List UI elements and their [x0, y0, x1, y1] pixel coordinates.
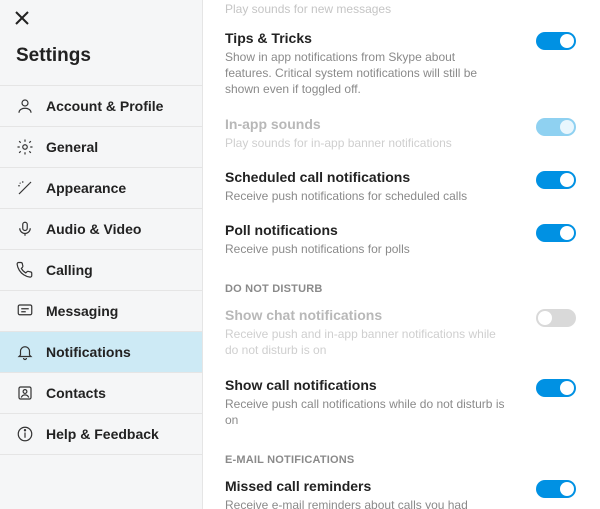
sidebar: Settings Account & Profile General Appea…: [0, 0, 203, 509]
setting-title: Missed call reminders: [225, 478, 580, 494]
cutoff-previous-setting-desc: Play sounds for new messages: [225, 0, 580, 22]
contacts-icon: [16, 384, 34, 402]
sidebar-item-messaging[interactable]: Messaging: [0, 291, 202, 332]
setting-desc: Receive push notifications for scheduled…: [225, 188, 505, 204]
sidebar-item-label: Help & Feedback: [46, 426, 159, 442]
sidebar-nav: Account & Profile General Appearance Aud…: [0, 85, 202, 455]
setting-scheduled-call-notifications: Scheduled call notifications Receive pus…: [225, 161, 580, 214]
settings-app: Settings Account & Profile General Appea…: [0, 0, 600, 509]
sidebar-item-label: Audio & Video: [46, 221, 141, 237]
setting-missed-call-reminders: Missed call reminders Receive e-mail rem…: [225, 470, 580, 509]
setting-title: Poll notifications: [225, 222, 580, 238]
phone-icon: [16, 261, 34, 279]
setting-poll-notifications: Poll notifications Receive push notifica…: [225, 214, 580, 267]
sidebar-item-label: Account & Profile: [46, 98, 163, 114]
chat-icon: [16, 302, 34, 320]
gear-icon: [16, 138, 34, 156]
sidebar-item-help-feedback[interactable]: Help & Feedback: [0, 414, 202, 455]
person-icon: [16, 97, 34, 115]
bell-icon: [16, 343, 34, 361]
setting-desc: Receive push call notifications while do…: [225, 396, 505, 428]
sidebar-item-label: General: [46, 139, 98, 155]
setting-title: Show chat notifications: [225, 307, 580, 323]
setting-tips-tricks: Tips & Tricks Show in app notifications …: [225, 22, 580, 108]
sidebar-item-appearance[interactable]: Appearance: [0, 168, 202, 209]
toggle-show-call[interactable]: [536, 379, 576, 397]
sidebar-item-calling[interactable]: Calling: [0, 250, 202, 291]
sidebar-item-audio-video[interactable]: Audio & Video: [0, 209, 202, 250]
sidebar-item-label: Notifications: [46, 344, 131, 360]
sidebar-item-account-profile[interactable]: Account & Profile: [0, 85, 202, 127]
sidebar-item-label: Messaging: [46, 303, 118, 319]
sidebar-item-label: Calling: [46, 262, 93, 278]
setting-title: Show call notifications: [225, 377, 580, 393]
setting-desc: Play sounds for in-app banner notificati…: [225, 135, 505, 151]
setting-show-chat-notifications: Show chat notifications Receive push and…: [225, 299, 580, 368]
close-row: [0, 0, 202, 31]
section-header-email: E-MAIL NOTIFICATIONS: [225, 438, 580, 470]
sidebar-item-label: Contacts: [46, 385, 106, 401]
toggle-in-app-sounds[interactable]: [536, 118, 576, 136]
sidebar-title: Settings: [0, 31, 202, 85]
setting-desc: Receive push notifications for polls: [225, 241, 505, 257]
info-icon: [16, 425, 34, 443]
setting-desc: Show in app notifications from Skype abo…: [225, 49, 505, 98]
content-panel: Play sounds for new messages Tips & Tric…: [203, 0, 600, 509]
setting-desc: Receive push and in-app banner notificat…: [225, 326, 505, 358]
setting-title: Tips & Tricks: [225, 30, 580, 46]
toggle-tips-tricks[interactable]: [536, 32, 576, 50]
mic-icon: [16, 220, 34, 238]
wand-icon: [16, 179, 34, 197]
section-header-dnd: DO NOT DISTURB: [225, 267, 580, 299]
close-icon[interactable]: [14, 10, 30, 26]
sidebar-item-contacts[interactable]: Contacts: [0, 373, 202, 414]
setting-desc: Receive e-mail reminders about calls you…: [225, 497, 505, 509]
toggle-missed-call[interactable]: [536, 480, 576, 498]
sidebar-item-notifications[interactable]: Notifications: [0, 332, 202, 373]
setting-title: In-app sounds: [225, 116, 580, 132]
setting-show-call-notifications: Show call notifications Receive push cal…: [225, 369, 580, 438]
toggle-show-chat[interactable]: [536, 309, 576, 327]
setting-title: Scheduled call notifications: [225, 169, 580, 185]
toggle-poll[interactable]: [536, 224, 576, 242]
sidebar-item-label: Appearance: [46, 180, 126, 196]
toggle-scheduled-call[interactable]: [536, 171, 576, 189]
sidebar-item-general[interactable]: General: [0, 127, 202, 168]
setting-in-app-sounds: In-app sounds Play sounds for in-app ban…: [225, 108, 580, 161]
